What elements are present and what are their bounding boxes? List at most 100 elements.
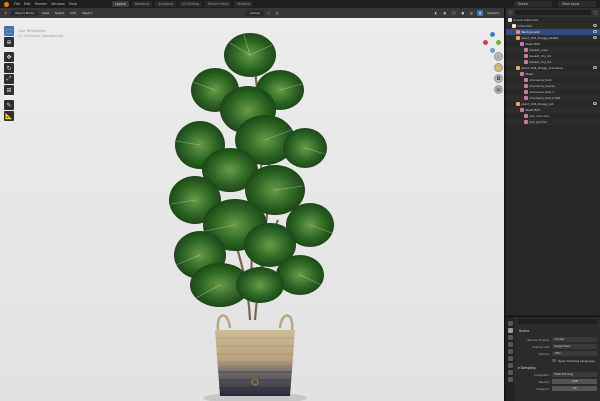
tab-layout[interactable]: Layout [111,1,129,7]
cursor-icon[interactable]: ⊕ [4,37,14,47]
viewport-samples-row: Viewport 32 [515,385,600,392]
mesh-icon [524,114,528,118]
world-tab-icon[interactable] [507,356,513,361]
outliner-item-label: Scene Collection [513,18,539,22]
tab-modeling[interactable]: Modeling [131,1,153,7]
filter-icon[interactable] [593,10,598,15]
material-tab-icon[interactable] [507,377,513,382]
render-samples-field[interactable]: 128 [552,379,597,384]
viewport-samples-field[interactable]: 32 [552,386,597,391]
tab-texture-paint[interactable]: Texture Paint [204,1,232,7]
ortho-grid-icon[interactable]: ▦ [494,85,503,94]
render-engine-select[interactable]: Cycles [552,337,597,342]
blender-logo-icon[interactable] [4,1,9,7]
empty-icon [516,102,520,106]
outliner-item-label: Collection [517,24,533,28]
view-menu[interactable]: View [39,10,52,16]
shading-wire-icon[interactable]: ◯ [450,10,458,16]
axis-x-icon[interactable] [483,40,488,45]
output-tab-icon[interactable] [507,335,513,340]
sampling-section-header[interactable]: ▾ Sampling [515,364,600,371]
options-button[interactable]: Options [485,10,501,16]
move-icon[interactable]: ✥ [4,52,14,62]
pan-hand-icon[interactable]: ✋ [494,63,503,72]
view-layer-tab-icon[interactable] [507,342,513,347]
render-engine-label: Render Engine [527,337,550,342]
outliner-item-label: Mesh [525,72,534,76]
object-icon [516,30,520,34]
mesh-icon [524,120,528,124]
shading-rendered-icon[interactable]: ◉ [476,10,484,16]
axis-neg-z-icon[interactable] [490,48,495,53]
3d-viewport[interactable]: ▾ Object Mode View Select Add Object Glo… [0,8,505,401]
tab-uv-editing[interactable]: UV Editing [179,1,202,7]
proportional-edit-icon[interactable]: ◎ [273,10,281,16]
scene-selector[interactable]: Scene [514,1,552,7]
main-menu: File Edit Render Window Help [14,2,77,6]
visibility-eye-icon[interactable] [593,24,597,27]
render-engine-row: Render Engine Cycles [515,336,600,343]
select-box-icon[interactable]: ⬚ [4,26,14,36]
transform-icon[interactable]: ⊞ [4,85,14,95]
xray-icon[interactable]: ▣ [441,10,449,16]
integrator-row: Integrator Path Tracing [515,371,600,378]
visibility-eye-icon[interactable] [593,36,597,39]
rotate-icon[interactable]: ↻ [4,63,14,73]
mesh-icon [524,54,528,58]
outliner-item[interactable]: pot_ground [506,119,600,125]
collection-icon [512,24,516,28]
tool-tab-icon[interactable] [507,321,513,326]
snap-icon[interactable]: ⌖ [265,10,272,16]
shading-solid-icon[interactable]: ● [459,10,467,16]
feature-set-select[interactable]: Supported [552,344,597,349]
axis-y-icon[interactable] [496,40,501,45]
measure-icon[interactable]: 📐 [4,111,14,121]
osl-checkbox[interactable] [552,358,556,363]
object-menu[interactable]: Object [80,10,94,16]
viewport-header: ▾ Object Mode View Select Add Object Glo… [0,8,504,18]
properties-panel: Scene Render Engine Cycles Feature Set S… [506,316,600,401]
display-mode-icon[interactable] [508,10,513,15]
menu-help[interactable]: Help [69,2,77,6]
editor-type-icon[interactable]: ▾ [3,10,9,16]
mode-select[interactable]: Object Mode [11,10,38,16]
render-samples-label: Render [538,379,550,384]
osl-row: Open Shading Language [515,357,600,364]
outliner-item-label: plant_004_Dragg_dracaena [521,66,563,70]
visibility-eye-icon[interactable] [593,102,597,105]
camera-view-icon[interactable]: ◘ [494,74,503,83]
menu-edit[interactable]: Edit [24,2,31,6]
visibility-eye-icon[interactable] [593,30,597,33]
zoom-icon[interactable]: ⌕ [494,52,503,61]
visibility-eye-icon[interactable] [593,66,597,69]
tab-sculpting[interactable]: Sculpting [155,1,177,7]
shading-material-icon[interactable]: ◍ [468,10,475,16]
add-menu[interactable]: Add [68,10,79,16]
integrator-select[interactable]: Path Tracing [552,372,597,377]
outliner-item-label: pot_ground [529,120,547,124]
device-row: Device CPU [515,350,600,357]
render-tab-icon[interactable] [507,328,513,333]
tab-shading[interactable]: Shading [234,1,254,7]
overlays-icon[interactable]: ◐ [432,10,440,16]
modifier-tab-icon[interactable] [507,370,513,375]
outliner-tree: Scene Collection Collection Background plan… [506,17,600,125]
menu-render[interactable]: Render [35,2,47,6]
object-tab-icon[interactable] [507,363,513,368]
outliner-item-label: dracaena_leaf_1 [529,90,555,94]
device-select[interactable]: CPU [552,351,597,356]
properties-search-input[interactable] [518,319,597,324]
empty-icon [516,36,520,40]
select-menu[interactable]: Select [53,10,67,16]
mesh-icon [524,96,528,100]
view-layer-selector[interactable]: View Layer [558,1,596,7]
annotate-icon[interactable]: ✎ [4,100,14,110]
outliner-panel[interactable]: Scene Collection Collection Background plan… [506,8,600,315]
transform-orientation-select[interactable]: Global [246,10,264,16]
scene-tab-icon[interactable] [507,349,513,354]
axis-z-icon[interactable] [490,32,495,37]
scale-icon[interactable]: ⤢ [4,74,14,84]
menu-window[interactable]: Window [51,2,65,6]
outliner-search-input[interactable] [515,10,591,15]
menu-file[interactable]: File [14,2,20,6]
